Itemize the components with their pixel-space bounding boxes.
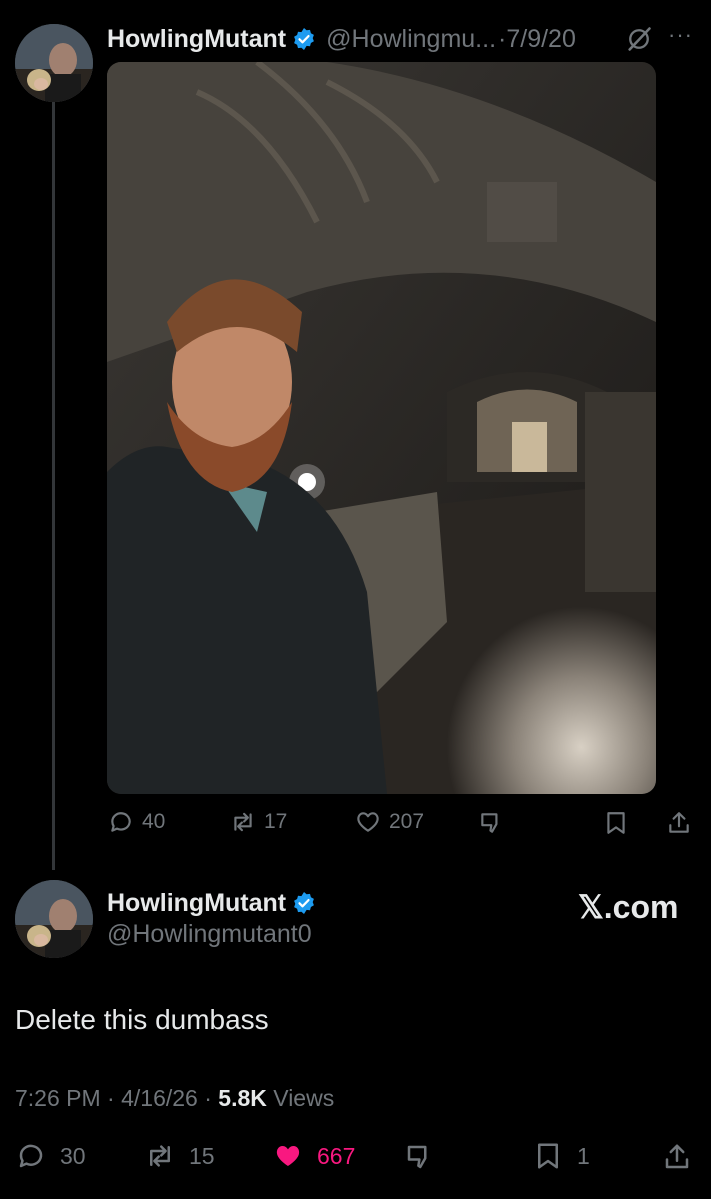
dislike-icon[interactable]: [478, 810, 504, 836]
reply-button[interactable]: 40: [108, 809, 165, 835]
quoted-header: HowlingMutant @Howlingmu... ·7/9/20: [107, 22, 576, 56]
tweet-photo[interactable]: [107, 62, 656, 794]
handle[interactable]: @Howlingmutant0: [107, 920, 312, 949]
author-name-row: HowlingMutant: [107, 886, 316, 920]
handle[interactable]: @Howlingmu...: [326, 25, 496, 54]
repost-count: 15: [189, 1142, 215, 1169]
reply-button[interactable]: 30: [16, 1141, 86, 1171]
reply-count: 30: [60, 1142, 86, 1169]
timestamp[interactable]: 7:26 PM · 4/16/26 ·: [15, 1085, 218, 1111]
bookmark-icon[interactable]: [603, 810, 629, 836]
repost-button[interactable]: 17: [230, 809, 287, 835]
tweet-text: Delete this dumbass: [15, 1004, 269, 1035]
heart-filled-icon: [276, 1146, 300, 1166]
tweet-meta: 7:26 PM · 4/16/26 · 5.8K Views: [15, 1085, 334, 1112]
reply-icon: [19, 1144, 43, 1168]
more-options-icon[interactable]: ···: [668, 22, 693, 48]
bookmark-count: 1: [577, 1142, 590, 1169]
views-label: Views: [266, 1085, 335, 1111]
like-button[interactable]: 667: [273, 1141, 355, 1171]
bookmark-icon: [538, 1143, 558, 1169]
bookmark-button[interactable]: 1: [533, 1141, 590, 1171]
like-count: 207: [389, 810, 425, 833]
dislike-icon[interactable]: [404, 1142, 434, 1172]
display-name[interactable]: HowlingMutant: [107, 889, 286, 918]
repost-button[interactable]: 15: [145, 1141, 215, 1171]
heart-icon: [357, 812, 379, 832]
views-count: 5.8K: [218, 1085, 267, 1111]
grok-icon[interactable]: [625, 25, 653, 53]
like-button[interactable]: 207: [355, 809, 424, 835]
post-date[interactable]: ·7/9/20: [498, 25, 576, 54]
repost-count: 17: [264, 810, 288, 833]
avatar[interactable]: [15, 880, 93, 958]
verified-badge-icon: [294, 28, 315, 50]
thread-line: [52, 102, 55, 870]
like-count: 667: [317, 1142, 356, 1169]
share-icon[interactable]: [666, 810, 692, 836]
share-icon[interactable]: [662, 1142, 692, 1172]
reply-count: 40: [142, 810, 166, 833]
repost-icon: [234, 812, 252, 832]
reply-icon: [111, 812, 131, 832]
avatar[interactable]: [15, 24, 93, 102]
display-name[interactable]: HowlingMutant: [107, 25, 286, 54]
brand-watermark: 𝕏.com: [578, 889, 679, 925]
verified-badge-icon: [294, 892, 315, 914]
repost-icon: [150, 1145, 170, 1167]
